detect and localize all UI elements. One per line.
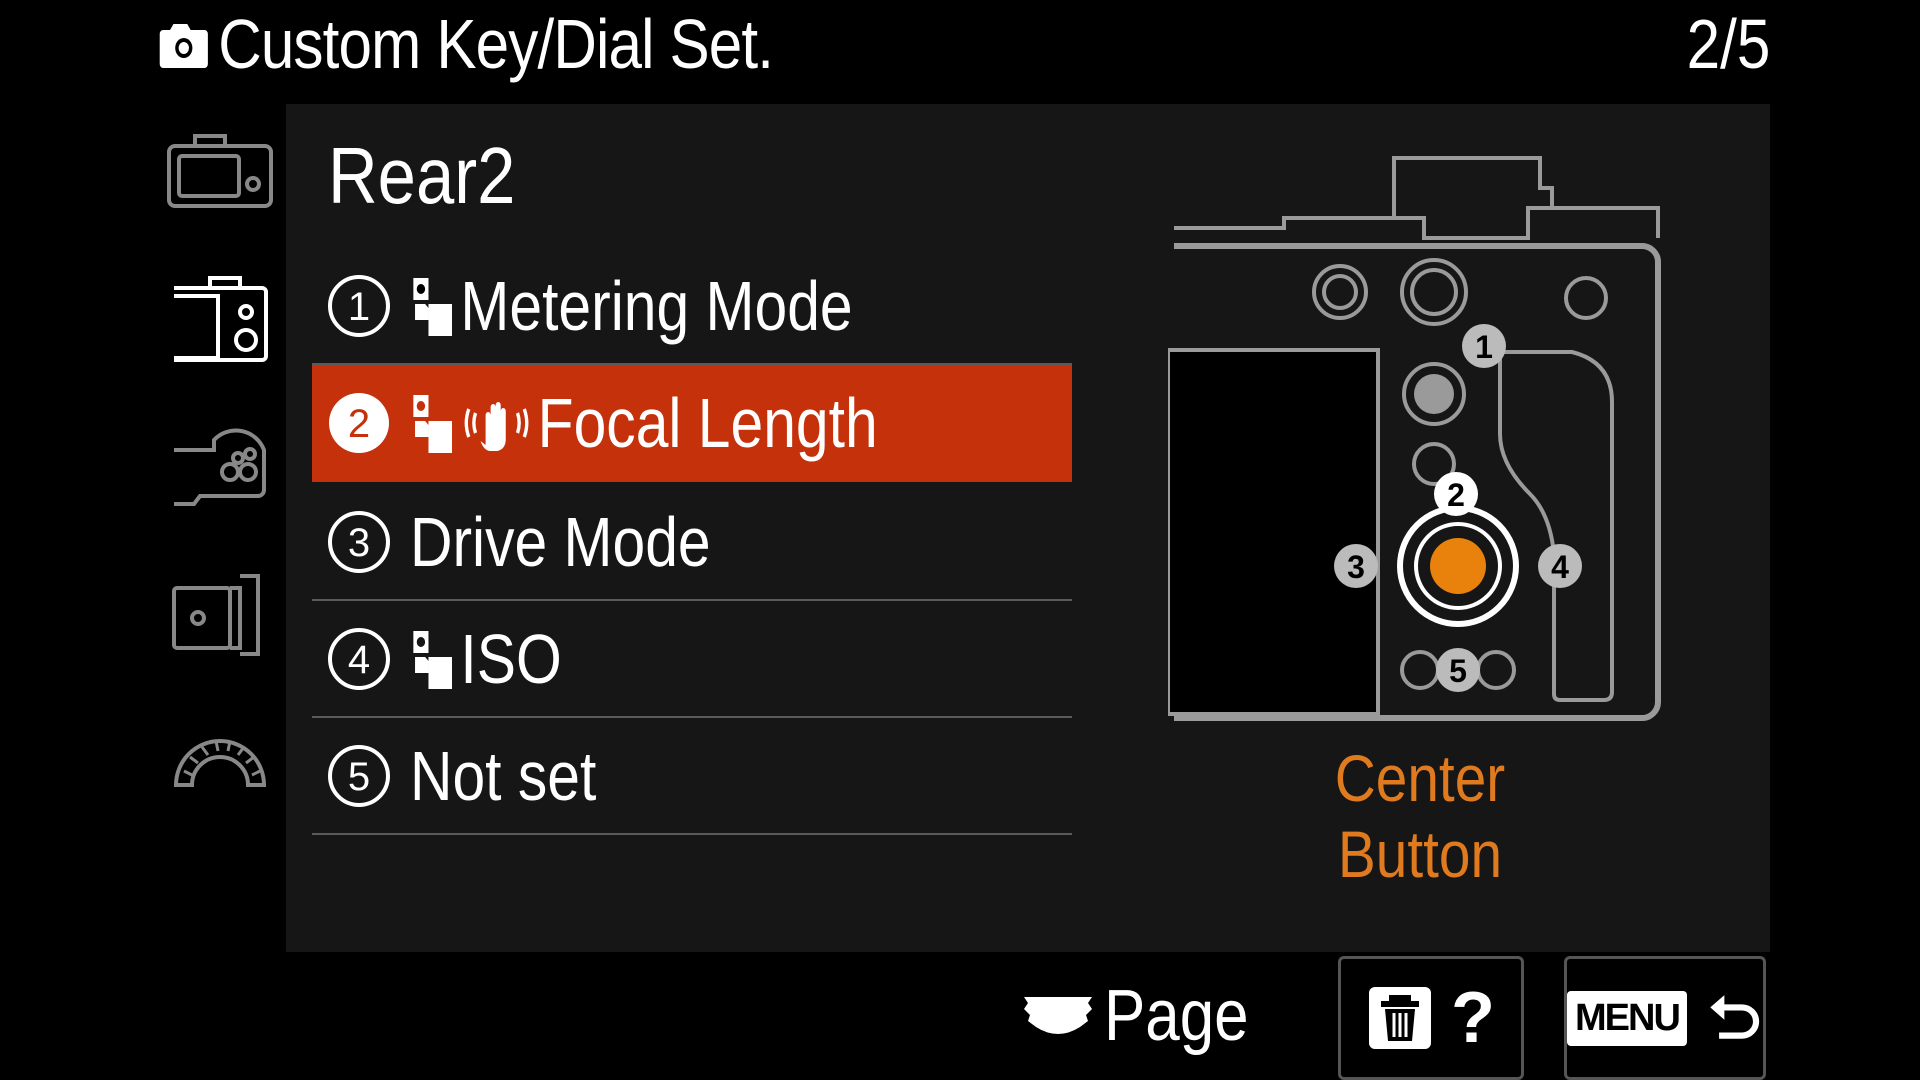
svg-text:5: 5	[348, 755, 370, 799]
diagram-marker-4: 4	[1551, 549, 1569, 585]
number-1-icon: 1	[328, 274, 390, 337]
still-movie-icon	[413, 630, 452, 689]
diagram-caption: Center Button	[1334, 741, 1506, 891]
page-title: Custom Key/Dial Set.	[218, 5, 774, 83]
svg-text:4: 4	[348, 638, 370, 682]
diagram-marker-2: 2	[1447, 477, 1465, 513]
list-item[interactable]: 1 Metering Mode	[312, 248, 1072, 365]
page-counter: 2/5	[1686, 5, 1770, 83]
diagram-marker-5: 5	[1449, 653, 1467, 689]
list-item[interactable]: 4 ISO	[312, 601, 1072, 718]
control-wheel-icon	[1024, 997, 1092, 1034]
diagram-marker-3: 3	[1347, 549, 1365, 585]
number-3-icon: 3	[328, 510, 390, 573]
list-item[interactable]: 3 Drive Mode	[312, 484, 1072, 601]
list-item-label: Metering Mode	[460, 266, 853, 345]
svg-text:2: 2	[348, 402, 370, 446]
delete-help-button[interactable]: ?	[1338, 956, 1524, 1080]
trash-icon	[1369, 987, 1431, 1049]
panel-title: Rear2	[328, 131, 516, 220]
still-movie-icon	[413, 277, 452, 336]
header: Custom Key/Dial Set.	[158, 4, 774, 84]
help-label: ?	[1451, 978, 1495, 1058]
return-arrow-icon	[1710, 995, 1759, 1039]
menu-back-button[interactable]: MENU	[1564, 956, 1766, 1080]
camera-body-front-icon	[167, 134, 273, 208]
side-tab-4[interactable]	[160, 560, 280, 660]
svg-text:1: 1	[348, 285, 370, 329]
camera-rear-diagram: 1 2 3 4 5	[1168, 156, 1661, 721]
page-label: Page	[1104, 976, 1249, 1056]
number-4-icon: 4	[328, 627, 390, 690]
list-item-label: ISO	[460, 619, 562, 698]
list-item[interactable]: 5 Not set	[312, 718, 1072, 835]
diagram-marker-1: 1	[1475, 329, 1493, 365]
list-item-label: Not set	[410, 736, 597, 815]
camera-grip-icon	[174, 428, 266, 506]
camera-body-rear-icon	[174, 276, 268, 362]
side-tab-1[interactable]	[160, 120, 280, 220]
list-item-selected[interactable]: 2 Focal Length	[312, 365, 1072, 482]
page-navigation-hint[interactable]: Page	[1020, 975, 1272, 1057]
list-item-label: Drive Mode	[410, 502, 711, 581]
number-5-icon: 5	[328, 744, 390, 807]
still-movie-icon	[413, 394, 452, 453]
assignment-list: 1 Metering Mode 2 Focal Length 3 Drive M…	[312, 248, 1072, 835]
menu-label: MENU	[1567, 990, 1687, 1046]
steadyshot-hand-icon	[464, 401, 529, 451]
side-tab-5[interactable]	[160, 710, 280, 810]
dial-icon	[173, 739, 267, 787]
side-tab-3[interactable]	[160, 410, 280, 510]
svg-text:3: 3	[348, 521, 370, 565]
number-2-icon: 2	[329, 392, 389, 453]
camera-icon	[159, 24, 208, 68]
side-tab-2[interactable]	[160, 268, 280, 368]
list-item-label: Focal Length	[537, 383, 878, 462]
camera-side-icon	[172, 574, 260, 656]
